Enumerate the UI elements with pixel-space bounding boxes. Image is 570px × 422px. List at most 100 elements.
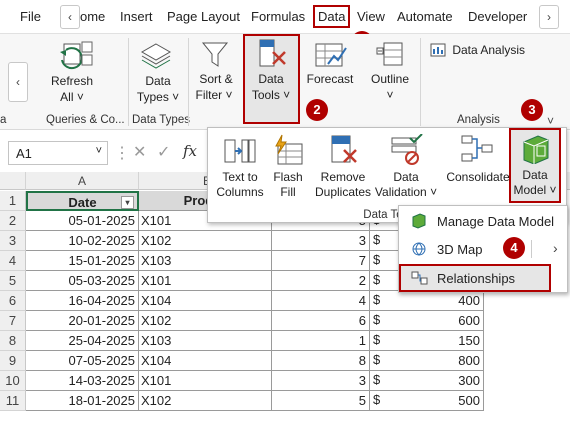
row-header[interactable]: 3: [0, 231, 26, 251]
ribbon-collapse-chevron-icon[interactable]: ˅: [547, 114, 554, 128]
text-to-columns-button[interactable]: [224, 136, 256, 169]
data-analysis-label: Data Analysis: [452, 42, 526, 57]
outline-chevron-icon[interactable]: ˅: [368, 88, 412, 103]
flash-fill-label-2: Fill: [280, 185, 296, 199]
flash-fill-label: Flash: [273, 170, 303, 184]
date-cell[interactable]: 14-03-2025: [26, 371, 139, 391]
amount-cell[interactable]: 400: [370, 291, 484, 311]
product-cell[interactable]: X103: [139, 331, 272, 351]
row-header[interactable]: 5: [0, 271, 26, 291]
tab-home[interactable]: ome: [80, 9, 105, 24]
product-cell[interactable]: X102: [139, 391, 272, 411]
text-to-columns-label-2: Columns: [216, 185, 264, 199]
date-cell[interactable]: 05-01-2025: [26, 211, 139, 231]
filter-dropdown-icon[interactable]: ▾: [121, 196, 134, 209]
product-cell[interactable]: X102: [139, 311, 272, 331]
tab-insert[interactable]: Insert: [120, 9, 153, 24]
header-cell-date[interactable]: Date ▾: [26, 191, 139, 211]
date-cell[interactable]: 10-02-2025: [26, 231, 139, 251]
name-box[interactable]: A1 ˅: [8, 141, 108, 165]
3d-map-item[interactable]: 3D Map ›: [399, 236, 567, 262]
row-header[interactable]: 10: [0, 371, 26, 391]
data-analysis-button[interactable]: Data Analysis: [430, 42, 525, 57]
enter-icon[interactable]: ✓: [157, 142, 170, 162]
quantity-cell[interactable]: 1: [272, 331, 370, 351]
quantity-cell[interactable]: 7: [272, 251, 370, 271]
data-model-label-2: Model ˅: [513, 183, 557, 197]
insert-function-button[interactable]: fx: [183, 142, 197, 160]
product-cell[interactable]: X104: [139, 291, 272, 311]
more-dots-icon: ⋮: [114, 145, 130, 162]
product-cell[interactable]: X103: [139, 251, 272, 271]
row-header[interactable]: 9: [0, 351, 26, 371]
quantity-cell[interactable]: 3: [272, 371, 370, 391]
date-cell[interactable]: 18-01-2025: [26, 391, 139, 411]
product-cell[interactable]: X102: [139, 231, 272, 251]
row-header[interactable]: 4: [0, 251, 26, 271]
date-cell[interactable]: 05-03-2025: [26, 271, 139, 291]
quantity-cell[interactable]: 4: [272, 291, 370, 311]
tab-page-layout[interactable]: Page Layout: [167, 9, 240, 24]
product-cell[interactable]: X104: [139, 351, 272, 371]
row-header[interactable]: 6: [0, 291, 26, 311]
date-cell[interactable]: 15-01-2025: [26, 251, 139, 271]
tab-scroll-right-button[interactable]: ›: [539, 5, 559, 29]
data-analysis-icon: [430, 43, 446, 57]
ribbon-divider: [420, 38, 421, 126]
amount-cell[interactable]: 800: [370, 351, 484, 371]
tab-formulas[interactable]: Formulas: [251, 9, 305, 24]
tab-developer[interactable]: Developer: [468, 9, 527, 24]
forecast-label: Forecast: [306, 72, 354, 86]
quantity-cell[interactable]: 3: [272, 231, 370, 251]
date-cell[interactable]: 16-04-2025: [26, 291, 139, 311]
data-tools-label: Data: [258, 72, 284, 86]
data-validation-button[interactable]: [390, 133, 424, 169]
product-cell[interactable]: X101: [139, 371, 272, 391]
quantity-cell[interactable]: 8: [272, 351, 370, 371]
column-header-a[interactable]: A: [26, 172, 139, 190]
date-cell[interactable]: 07-05-2025: [26, 351, 139, 371]
data-validation-icon: [391, 133, 423, 165]
row-header[interactable]: 11: [0, 391, 26, 411]
amount-cell[interactable]: 500: [370, 391, 484, 411]
step-badge-2: 2: [306, 99, 328, 121]
row-header[interactable]: 1: [0, 191, 26, 211]
tab-file[interactable]: File: [20, 9, 41, 24]
product-cell[interactable]: X101: [139, 271, 272, 291]
outline-button[interactable]: [376, 40, 406, 73]
flash-fill-button[interactable]: [272, 134, 304, 169]
consolidate-label: Consolidate: [446, 170, 510, 184]
select-all-corner[interactable]: [0, 172, 26, 190]
amount-cell[interactable]: 150: [370, 331, 484, 351]
remove-duplicates-button[interactable]: [328, 134, 360, 169]
date-cell[interactable]: 25-04-2025: [26, 331, 139, 351]
refresh-all-icon: [60, 41, 93, 70]
cancel-icon[interactable]: ✕: [133, 142, 146, 162]
consolidate-button[interactable]: [460, 134, 494, 167]
row-header[interactable]: 7: [0, 311, 26, 331]
quantity-cell[interactable]: 6: [272, 311, 370, 331]
manage-data-model-item[interactable]: Manage Data Model: [399, 208, 567, 234]
row-header[interactable]: 2: [0, 211, 26, 231]
remove-duplicates-label-2: Duplicates: [314, 185, 372, 199]
relationships-label: Relationships: [437, 271, 516, 286]
date-cell[interactable]: 20-01-2025: [26, 311, 139, 331]
data-model-menu: Manage Data Model 3D Map › Relationships: [398, 205, 568, 293]
amount-cell[interactable]: 600: [370, 311, 484, 331]
forecast-button[interactable]: [314, 40, 348, 73]
quantity-cell[interactable]: 5: [272, 391, 370, 411]
quantity-cell[interactable]: 2: [272, 271, 370, 291]
chevron-down-icon[interactable]: ˅: [96, 145, 102, 157]
manage-data-model-label: Manage Data Model: [437, 214, 555, 229]
tab-view[interactable]: View: [357, 9, 385, 24]
data-types-button[interactable]: [138, 42, 174, 75]
tab-data[interactable]: Data: [313, 5, 351, 28]
sort-filter-button[interactable]: [200, 40, 230, 73]
tab-scroll-left-button[interactable]: ‹: [60, 5, 80, 29]
tab-automate[interactable]: Automate: [397, 9, 453, 24]
data-model-icon: [523, 135, 549, 165]
amount-cell[interactable]: 300: [370, 371, 484, 391]
row-header[interactable]: 8: [0, 331, 26, 351]
filter-icon: [201, 42, 229, 67]
ribbon-scroll-left-button[interactable]: ‹: [8, 62, 28, 102]
